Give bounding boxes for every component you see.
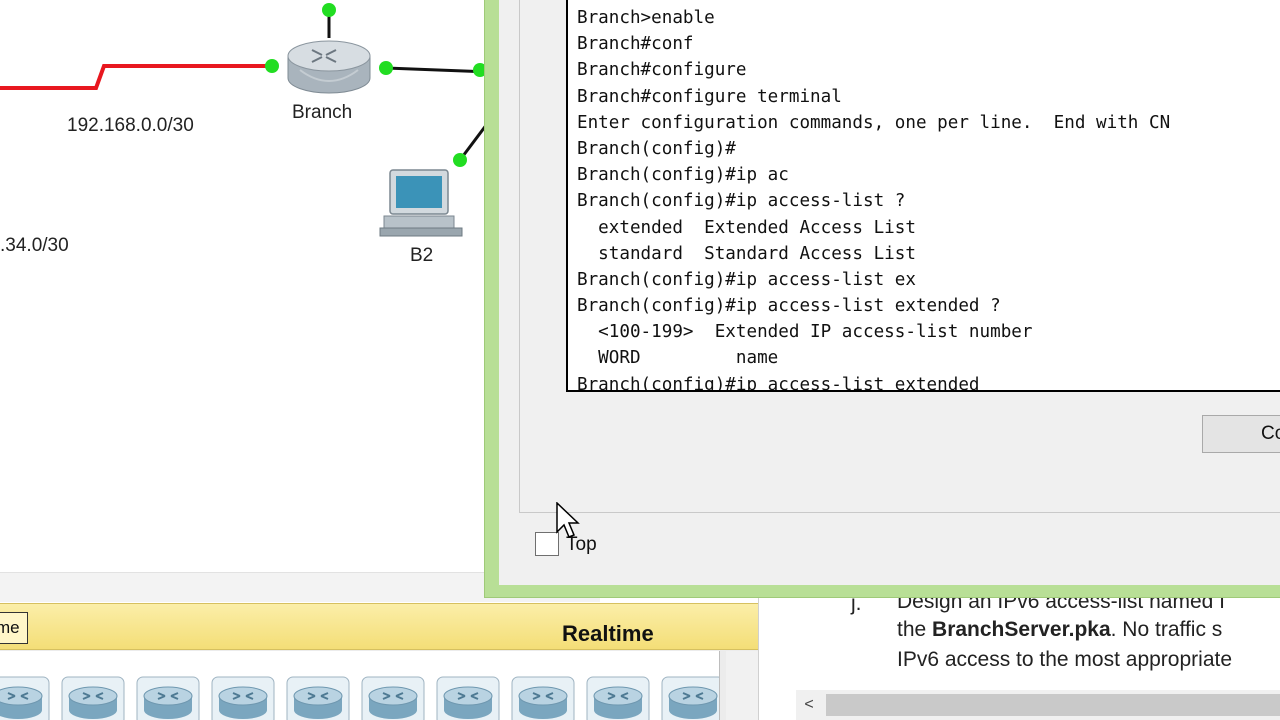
scroll-thumb[interactable]: [826, 694, 1280, 716]
serial-link[interactable]: [0, 64, 272, 90]
cli-window: Branch>enable Branch#conf Branch#configu…: [484, 0, 1280, 598]
device-type-router-icon[interactable]: [61, 676, 125, 720]
terminal-line: standard Standard Access List: [577, 243, 916, 264]
terminal-line: Branch#configure terminal: [577, 86, 842, 107]
copy-button[interactable]: Copy: [1202, 415, 1280, 453]
router-icon[interactable]: [287, 40, 371, 94]
realtime-bar: me Realtime: [0, 603, 758, 650]
topology-workspace[interactable]: 192.168.0.0/30 .34.0/30 Branch B2: [0, 0, 600, 602]
device-type-router-icon[interactable]: [136, 676, 200, 720]
instruction-line: IPv6 access to the most appropriate: [897, 648, 1233, 671]
link-status-dot: [265, 59, 279, 73]
terminal-line: Branch(config)#: [577, 138, 736, 159]
terminal-line: extended Extended Access List: [577, 217, 916, 238]
device-panel: me Realtime: [0, 603, 758, 720]
instruction-text: . No traffic s: [1110, 618, 1223, 641]
link-status-dot: [379, 61, 393, 75]
terminal-line: Branch(config)#ip access-list ex: [577, 269, 916, 290]
terminal-line: Branch(config)#ip access-list ?: [577, 191, 906, 212]
terminal-line: Branch(config)#ip ac: [577, 165, 789, 186]
device-type-router-icon[interactable]: [286, 676, 350, 720]
device-type-router-icon[interactable]: [361, 676, 425, 720]
terminal-line: Branch(config)#ip access-list extended ?: [577, 296, 1001, 317]
terminal-line: <100-199> Extended IP access-list number: [577, 322, 1033, 343]
device-type-router-icon[interactable]: [436, 676, 500, 720]
device-type-router-icon[interactable]: [586, 676, 650, 720]
terminal-output: Branch>enable Branch#conf Branch#configu…: [577, 5, 1171, 392]
terminal-prompt-line: Branch(config)#ip access-list extended: [577, 374, 980, 392]
cli-panel: Branch>enable Branch#conf Branch#configu…: [519, 0, 1280, 513]
pc-icon[interactable]: [379, 169, 463, 237]
device-label-b2[interactable]: B2: [410, 245, 433, 267]
step-letter: j.: [851, 598, 862, 615]
terminal-line: Branch#conf: [577, 34, 694, 55]
mouse-cursor-icon: [556, 502, 580, 538]
device-type-router-icon[interactable]: [0, 676, 50, 720]
terminal-line: WORD name: [577, 348, 779, 369]
horizontal-scrollbar[interactable]: <: [796, 690, 1280, 720]
device-type-strip: [0, 651, 720, 720]
link-status-dot: [322, 3, 336, 17]
device-label-branch[interactable]: Branch: [292, 102, 352, 124]
time-tab[interactable]: me: [0, 612, 28, 644]
instruction-filename: BranchServer.pka: [932, 618, 1111, 641]
network-label-34: .34.0/30: [0, 235, 69, 256]
terminal-line: Branch#configure: [577, 60, 747, 81]
topology-canvas: [0, 3, 490, 237]
scroll-left-arrow-icon[interactable]: <: [796, 690, 822, 720]
link-status-dot: [453, 153, 467, 167]
cli-window-body: Branch>enable Branch#conf Branch#configu…: [499, 0, 1280, 585]
instruction-text: the: [897, 618, 933, 641]
device-panel-scrollbar[interactable]: [726, 651, 758, 720]
instruction-line: Design an IPv6 access-list named I: [897, 598, 1225, 613]
realtime-mode-label[interactable]: Realtime: [562, 621, 654, 647]
terminal-line: Branch>enable: [577, 8, 715, 28]
instruction-line: the BranchServer.pka. No traffic s: [897, 618, 1222, 642]
device-type-router-icon[interactable]: [661, 676, 720, 720]
terminal-line: Enter configuration commands, one per li…: [577, 112, 1171, 133]
network-label-serial: 192.168.0.0/30: [67, 115, 194, 136]
device-type-router-icon[interactable]: [511, 676, 575, 720]
cli-terminal[interactable]: Branch>enable Branch#conf Branch#configu…: [566, 0, 1280, 392]
device-type-router-icon[interactable]: [211, 676, 275, 720]
